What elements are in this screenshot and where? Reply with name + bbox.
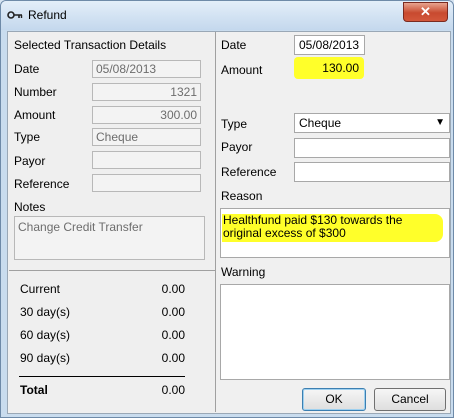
refund-payor-input[interactable] [294, 138, 450, 158]
close-icon: ✕ [420, 4, 431, 19]
refund-type-value: Cheque [299, 116, 342, 130]
refund-date-input[interactable]: 05/08/2013 [294, 35, 365, 55]
aging-label: 90 day(s) [20, 351, 71, 365]
refund-date-label: Date [221, 38, 247, 52]
aging-label: Current [20, 282, 61, 296]
reason-textarea[interactable]: Healthfund paid $130 towards the origina… [220, 208, 450, 258]
date-label: Date [14, 62, 40, 76]
warning-textarea[interactable] [220, 284, 450, 380]
window-title: Refund [28, 8, 67, 22]
total-divider [19, 376, 185, 377]
reference-readonly-field [92, 174, 201, 192]
notes-label: Notes [14, 200, 46, 214]
aging-label: 30 day(s) [20, 305, 71, 319]
amount-label: Amount [14, 108, 56, 122]
aging-label: 60 day(s) [20, 328, 71, 342]
key-icon [7, 9, 23, 21]
close-button[interactable]: ✕ [403, 2, 448, 22]
aging-value: 0.00 [161, 305, 185, 319]
aging-row-current: Current 0.00 [20, 282, 185, 298]
type-label: Type [14, 130, 41, 144]
cancel-button[interactable]: Cancel [374, 388, 446, 411]
section-header: Selected Transaction Details [14, 38, 167, 52]
refund-amount-input[interactable]: 130.00 [294, 57, 364, 79]
amount-readonly-field: 300.00 [92, 106, 201, 124]
reason-text: Healthfund paid $130 towards the origina… [222, 214, 443, 242]
ok-button[interactable]: OK [302, 388, 366, 411]
aging-row-total: Total 0.00 [20, 383, 185, 399]
total-value: 0.00 [161, 383, 185, 397]
dropdown-arrow-icon[interactable]: ▼ [435, 117, 445, 128]
refund-payor-label: Payor [221, 140, 253, 154]
refund-entry-panel: Date 05/08/2013 Amount 130.00 Type Chequ… [218, 32, 450, 412]
aging-row-30: 30 day(s) 0.00 [20, 305, 185, 321]
total-label: Total [20, 383, 48, 397]
title-bar[interactable]: Refund ✕ [1, 1, 453, 30]
reference-label: Reference [14, 177, 70, 191]
aging-row-60: 60 day(s) 0.00 [20, 328, 185, 344]
refund-type-select[interactable]: Cheque ▼ [294, 113, 450, 133]
aging-value: 0.00 [161, 282, 185, 296]
notes-readonly-field: Change Credit Transfer [14, 216, 205, 260]
payor-readonly-field [92, 151, 201, 169]
refund-type-label: Type [221, 117, 248, 131]
refund-reference-input[interactable] [294, 162, 450, 182]
transaction-details-section: Selected Transaction Details Date 05/08/… [9, 32, 215, 271]
aging-value: 0.00 [161, 328, 185, 342]
aging-value: 0.00 [161, 351, 185, 365]
date-readonly-field: 05/08/2013 [92, 60, 201, 78]
payor-label: Payor [14, 154, 46, 168]
type-readonly-field: Cheque [92, 128, 201, 146]
refund-amount-label: Amount [221, 63, 263, 77]
dialog-body: Selected Transaction Details Date 05/08/… [7, 31, 451, 414]
number-label: Number [14, 85, 57, 99]
transaction-details-panel: Selected Transaction Details Date 05/08/… [9, 32, 216, 412]
refund-dialog: Refund ✕ Selected Transaction Details Da… [0, 0, 454, 418]
refund-reference-label: Reference [221, 165, 277, 179]
warning-label: Warning [221, 265, 266, 279]
number-readonly-field: 1321 [92, 83, 201, 101]
aging-row-90: 90 day(s) 0.00 [20, 351, 185, 367]
reason-label: Reason [221, 189, 263, 203]
